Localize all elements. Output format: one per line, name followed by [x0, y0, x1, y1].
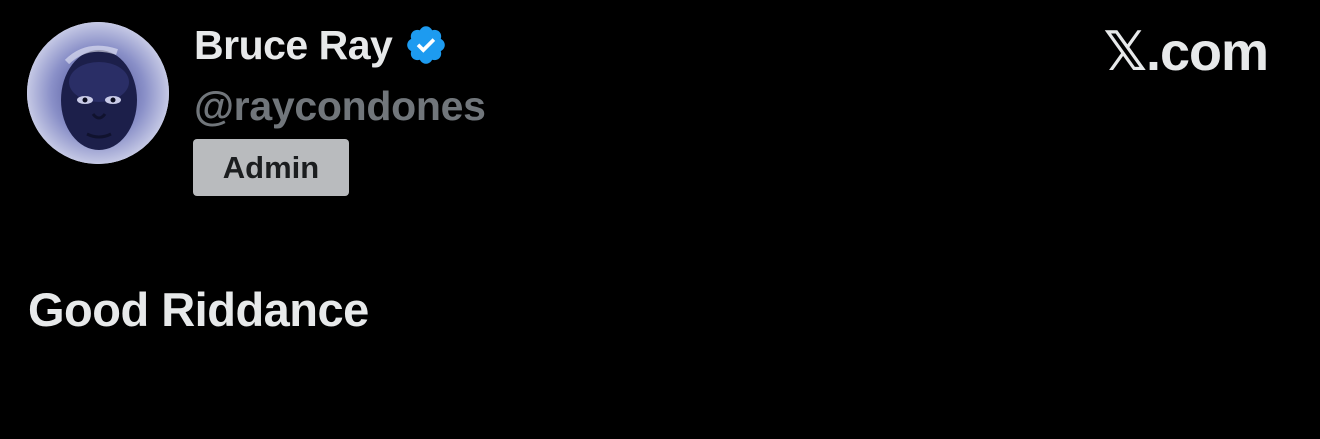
avatar[interactable] [27, 22, 169, 164]
role-badge-label: Admin [222, 149, 320, 185]
avatar-photo-icon [27, 22, 169, 164]
author-name-row: Bruce Ray [194, 16, 448, 74]
author-handle[interactable]: @raycondones [194, 78, 486, 134]
role-badge: Admin [193, 139, 349, 196]
tweet-text: Good Riddance [28, 283, 369, 336]
site-logo-label: 𝕏.com [1103, 22, 1269, 82]
verified-badge-icon[interactable] [404, 23, 448, 67]
author-display-name[interactable]: Bruce Ray [194, 22, 393, 69]
